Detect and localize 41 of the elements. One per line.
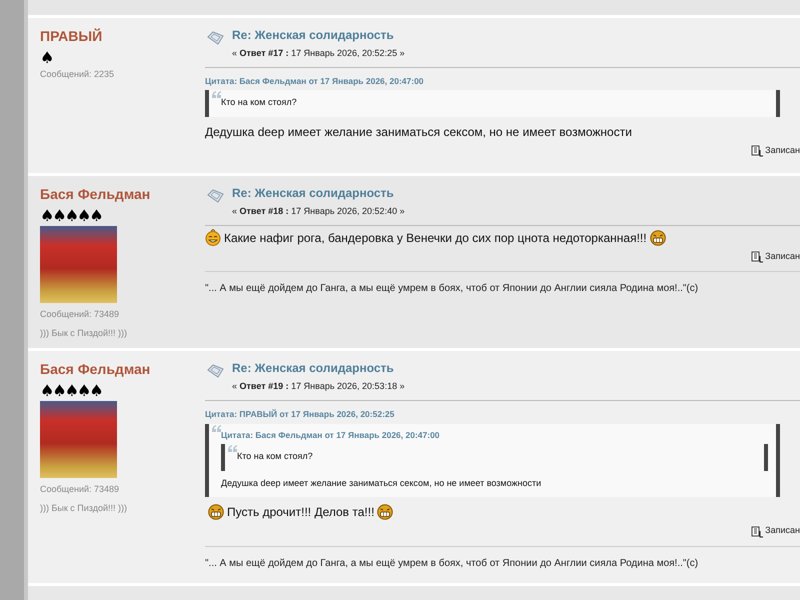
author-name[interactable]: Бася Фельдман	[40, 359, 150, 380]
post-count: Сообщений: 73489	[40, 483, 120, 496]
save-link[interactable]: Записан	[751, 250, 800, 264]
post-icon	[207, 31, 224, 45]
rank-icons: ♠♠♠♠♠	[40, 208, 102, 224]
rank-icons: ♠	[40, 50, 52, 66]
quote-text: Кто на ком стоял?	[221, 96, 298, 110]
laughing-smiley-icon	[205, 229, 221, 246]
post-title-link[interactable]: Re: Женская солидарность	[232, 26, 405, 44]
post-message: Какие нафиг рога, бандеровка у Венечки до сих пор цнота недоторканная!!!	[224, 230, 647, 247]
post-icon	[207, 189, 224, 204]
quote-mark-icon	[212, 91, 221, 98]
post-count: Сообщений: 2235	[40, 68, 116, 81]
post-icon	[207, 364, 224, 378]
save-link[interactable]: Записан	[751, 144, 800, 158]
post-date: « Ответ #19 : 17 Январь 2026, 20:53:18 »	[232, 380, 405, 394]
quote-mark-icon	[212, 424, 221, 432]
personal-text: ))) Бык с Пиздой!!! )))	[40, 326, 128, 340]
post-message: Пусть дрочит!!! Делов та!!!	[227, 504, 374, 522]
rank-icons: ♠♠♠♠♠	[40, 383, 102, 400]
grinning-smiley-icon	[377, 504, 394, 520]
grinning-smiley-icon	[208, 504, 224, 520]
post-date: « Ответ #17 : 17 Январь 2026, 20:52:25 »	[232, 47, 405, 60]
quote-header[interactable]: Цитата: Бася Фельдман от 17 Январь 2026, 20:47:00	[221, 428, 768, 442]
author-name[interactable]: Бася Фельдман	[40, 184, 150, 206]
save-link[interactable]: Записан	[751, 524, 800, 538]
quote-text: Кто на ком стоял?	[237, 450, 314, 464]
post-count: Сообщений: 73489	[40, 308, 120, 322]
personal-text: ))) Бык с Пиздой!!! )))	[40, 502, 128, 515]
post-title-link[interactable]: Re: Женская солидарность	[232, 359, 405, 378]
quote-header[interactable]: Цитата: Бася Фельдман от 17 Январь 2026, 20:47:00	[205, 74, 780, 88]
post-title-link[interactable]: Re: Женская солидарность	[232, 184, 405, 202]
post-message: Дедушка deep имеет желание заниматься сексом, но не имеет возможности	[205, 124, 632, 141]
grinning-smiley-icon	[650, 230, 666, 246]
signature-text: "... А мы ещё дойдем до Ганга, а мы ещё умрем в боях, чтоб от Японии до Англии сияла Родина моя!.."(c)	[205, 546, 800, 575]
signature-text: "... А мы ещё дойдем до Ганга, а мы ещё умрем в боях, чтоб от Японии до Англии сияла Родина моя!.."(c)	[205, 271, 800, 300]
quote-header[interactable]: Цитата: ПРАВЫЙ от 17 Январь 2026, 20:52:25	[205, 408, 780, 420]
quote-mark-icon	[228, 445, 237, 452]
author-name[interactable]: ПРАВЫЙ	[40, 26, 102, 47]
quote-text: Дедушка deep имеет желание заниматься сексом, но не имеет возможности	[221, 476, 542, 490]
post-date: « Ответ #18 : 17 Январь 2026, 20:52:40 »	[232, 205, 405, 218]
